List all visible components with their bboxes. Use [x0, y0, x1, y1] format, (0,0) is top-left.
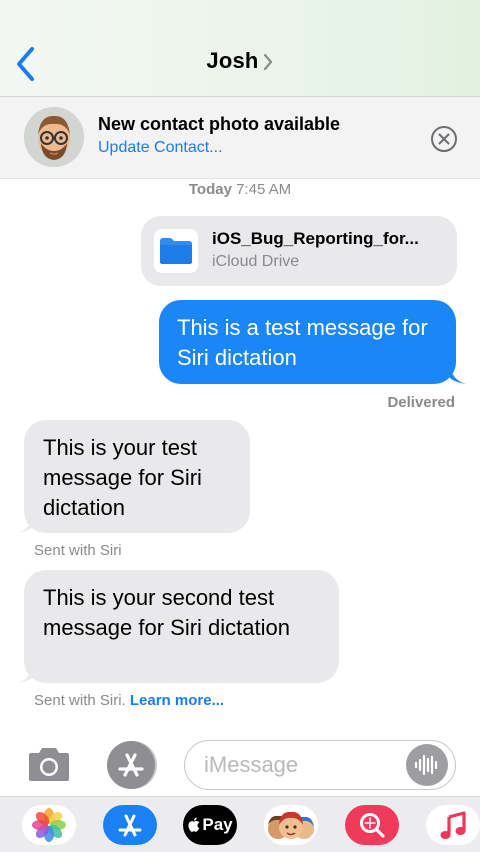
contact-name[interactable]: Josh	[206, 48, 258, 73]
incoming-message-bubble[interactable]: This is your second test message for Sir…	[24, 570, 339, 683]
photos-app-button[interactable]	[22, 805, 76, 845]
delivered-status: Delivered	[387, 394, 455, 411]
apple-pay-label: Pay	[202, 815, 233, 834]
sent-with-siri-note: Sent with Siri	[34, 542, 122, 559]
apps-button[interactable]	[104, 740, 159, 790]
camera-button[interactable]	[24, 745, 74, 785]
timestamp: Today 7:45 AM	[0, 181, 480, 198]
apple-pay-app-button[interactable]: Pay	[183, 805, 237, 845]
banner-title: New contact photo available	[98, 114, 341, 134]
music-icon	[440, 811, 466, 839]
update-contact-link[interactable]: Update Contact...	[98, 139, 223, 157]
learn-more-link[interactable]: Learn more...	[130, 692, 224, 709]
timestamp-day: Today	[188, 181, 232, 198]
images-search-icon	[360, 813, 385, 838]
close-icon[interactable]	[430, 125, 458, 153]
folder-icon	[154, 229, 198, 273]
memoji-avatar-icon	[24, 107, 84, 167]
memoji-app-button[interactable]	[264, 805, 318, 845]
file-source: iCloud Drive	[212, 253, 300, 270]
photos-icon	[32, 808, 66, 842]
memoji-icon	[268, 811, 314, 839]
file-attachment-bubble[interactable]: iOS_Bug_Reporting_for... iCloud Drive	[141, 216, 457, 286]
camera-icon	[29, 748, 69, 781]
bubble-tail	[450, 366, 466, 384]
outgoing-message-bubble[interactable]: This is a test message for Siri dictatio…	[159, 300, 456, 384]
app-drawer: Pay	[0, 796, 480, 852]
contact-photo-banner: New contact photo available Update Conta…	[0, 97, 480, 179]
sent-with-siri-text: Sent with Siri.	[34, 692, 126, 709]
bubble-tail	[17, 665, 33, 683]
contact-header[interactable]: Josh	[0, 48, 480, 74]
app-store-app-button[interactable]	[103, 805, 157, 845]
sent-with-siri-note: Sent with Siri. Learn more...	[34, 692, 224, 709]
navigation-bar: Josh	[0, 0, 480, 97]
incoming-message-bubble[interactable]: This is your test message for Siri dicta…	[24, 420, 250, 533]
timestamp-time: 7:45 AM	[236, 181, 292, 198]
images-search-app-button[interactable]	[345, 805, 399, 845]
avatar	[24, 107, 84, 167]
music-app-button[interactable]	[426, 805, 480, 845]
app-store-icon	[118, 814, 142, 837]
bubble-tail	[17, 515, 33, 533]
app-store-icon	[107, 741, 157, 789]
file-name: iOS_Bug_Reporting_for...	[212, 229, 419, 248]
chevron-right-icon	[263, 54, 272, 71]
waveform-icon	[414, 754, 438, 776]
apple-icon	[188, 817, 200, 832]
dictation-button[interactable]	[406, 744, 448, 786]
